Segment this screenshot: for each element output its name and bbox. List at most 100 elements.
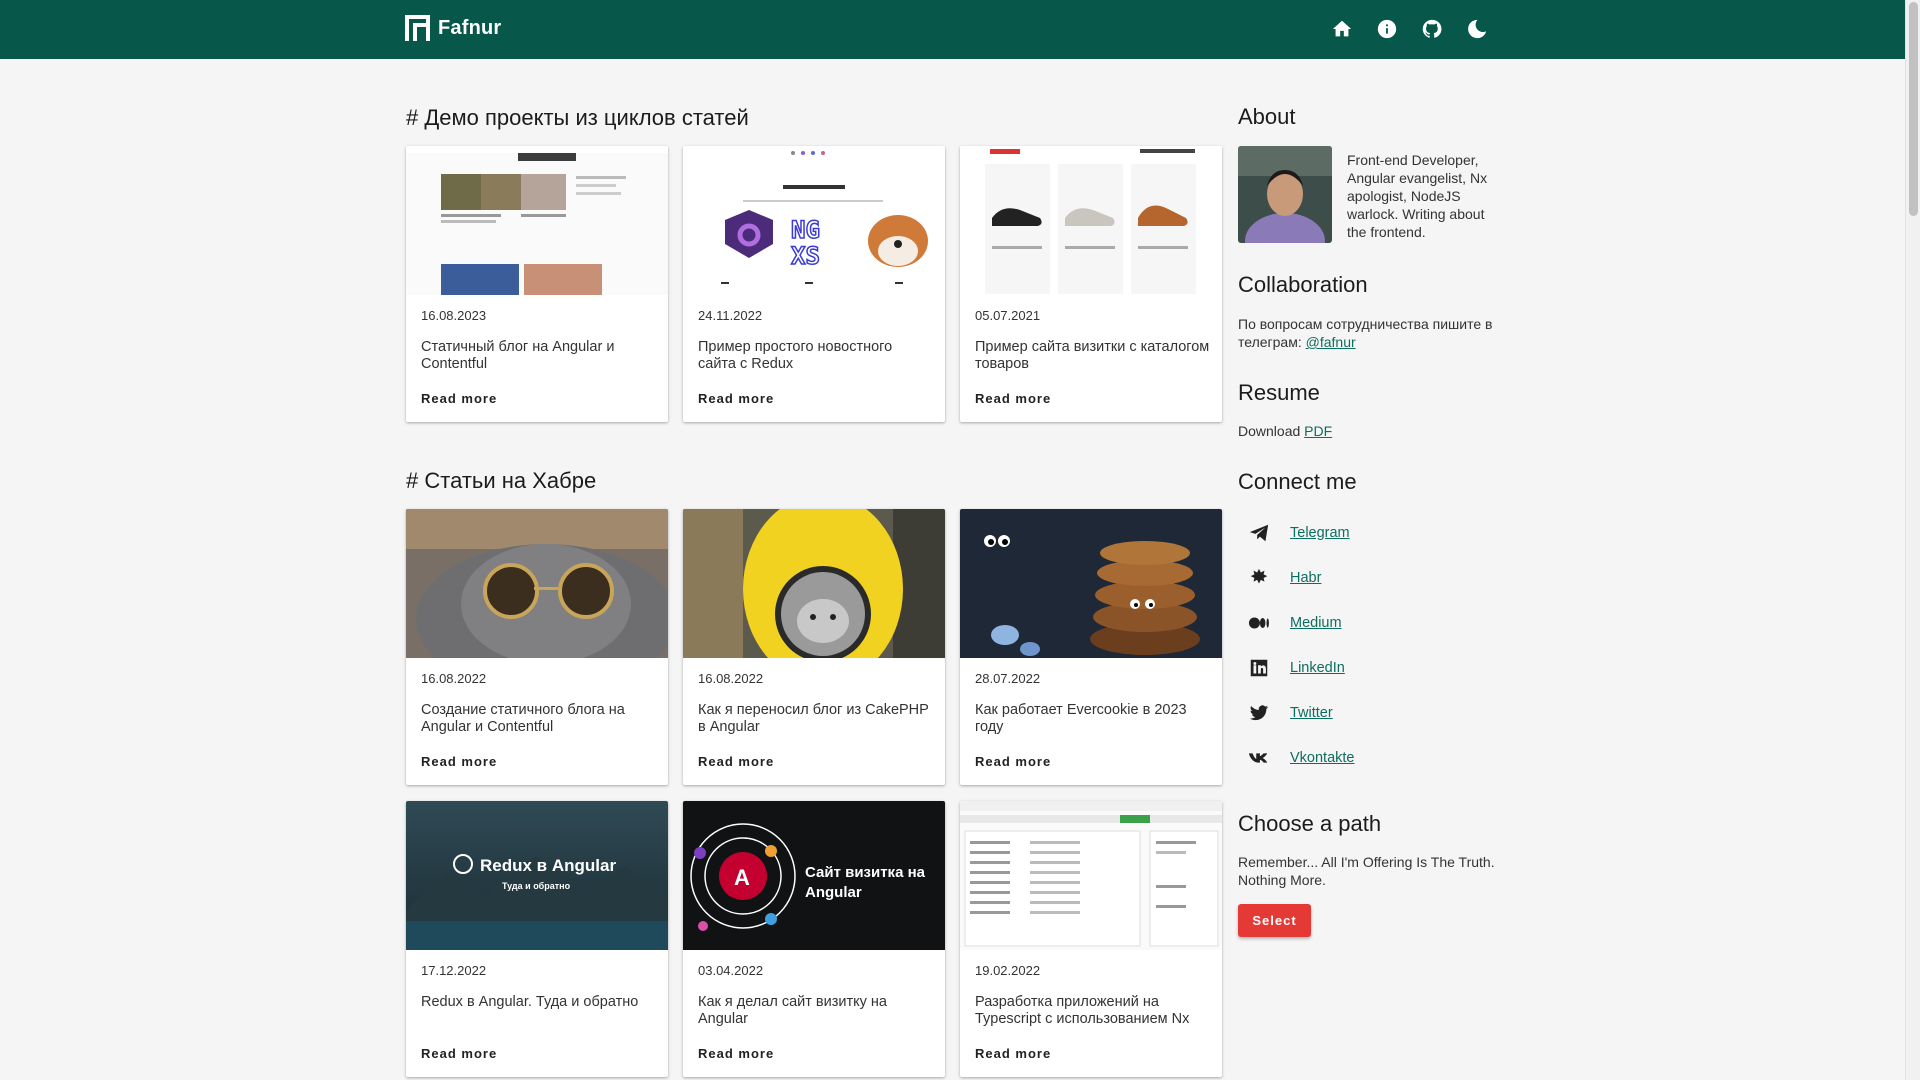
svg-text:XS: XS <box>791 242 820 270</box>
article-card[interactable]: 16.08.2023 Статичный блог на Angular и C… <box>406 146 668 422</box>
collaboration-text-body: По вопросам сотрудничества пишите в теле… <box>1238 316 1493 350</box>
scrollbar-thumb[interactable] <box>1909 2 1918 216</box>
article-card[interactable]: 05.07.2021 Пример сайта визитки с катало… <box>960 146 1222 422</box>
connect-heading: Connect me <box>1238 469 1357 494</box>
card-date: 05.07.2021 <box>975 308 1041 323</box>
moon-icon <box>1468 19 1487 39</box>
top-app-bar: Fafnur <box>0 0 1905 59</box>
read-more-link[interactable]: Read more <box>975 1046 1051 1061</box>
article-card[interactable]: NG XS 24.11.2022 Пример простого новостн… <box>683 146 945 422</box>
card-thumbnail-redux-banner: Redux в Angular Туда и обратно <box>406 801 668 950</box>
read-more-link[interactable]: Read more <box>975 754 1051 769</box>
linkedin-icon <box>1248 657 1270 679</box>
about-text: Front-end Developer, Angular evangelist,… <box>1347 152 1488 240</box>
section-title-habr-articles: # Статьи на Хабре <box>406 468 597 493</box>
vk-icon <box>1248 747 1270 769</box>
connect-item-telegram[interactable]: Telegram <box>1248 522 1350 544</box>
connect-item-twitter[interactable]: Twitter <box>1248 702 1333 724</box>
brand[interactable]: Fafnur <box>405 15 501 41</box>
fafnur-logo-icon <box>405 15 430 41</box>
github-button[interactable] <box>1420 16 1444 42</box>
connect-link[interactable]: Medium <box>1290 615 1342 631</box>
card-thumbnail-angular-banner: A Сайт визитка на Angular <box>683 801 945 950</box>
article-card[interactable]: 28.07.2022 Как работает Evercookie в 202… <box>960 509 1222 785</box>
connect-link[interactable]: Telegram <box>1290 525 1350 541</box>
home-icon <box>1332 20 1352 37</box>
choose-path-text: Remember... All I'm Offering Is The Trut… <box>1238 854 1495 888</box>
read-more-link[interactable]: Read more <box>421 754 497 769</box>
read-more-link[interactable]: Read more <box>421 391 497 406</box>
card-title[interactable]: Пример сайта визитки с каталогом товаров <box>975 339 1210 373</box>
telegram-icon <box>1248 522 1270 544</box>
collaboration-text: По вопросам сотрудничества пишите в теле… <box>1238 315 1508 351</box>
card-date: 17.12.2022 <box>421 963 487 978</box>
card-date: 24.11.2022 <box>698 308 763 323</box>
medium-icon <box>1248 612 1270 634</box>
card-thumbnail-cat-backpack <box>683 509 945 658</box>
habr-icon <box>1248 567 1270 589</box>
article-card[interactable]: 19.02.2022 Разработка приложений на Type… <box>960 801 1222 1077</box>
read-more-link[interactable]: Read more <box>975 391 1051 406</box>
avatar <box>1238 146 1332 243</box>
banner-title: Redux в Angular <box>480 856 616 875</box>
twitter-icon <box>1248 702 1270 724</box>
card-thumbnail-redux-logos: NG XS <box>683 146 945 295</box>
connect-item-habr[interactable]: Habr <box>1248 567 1321 589</box>
home-button[interactable] <box>1330 16 1354 42</box>
connect-link[interactable]: Habr <box>1290 570 1321 586</box>
connect-item-linkedin[interactable]: LinkedIn <box>1248 657 1345 679</box>
card-thumbnail-sneakers <box>960 146 1222 295</box>
card-date: 03.04.2022 <box>698 963 764 978</box>
banner-subtitle: Туда и обратно <box>502 881 571 891</box>
card-thumbnail-nx-app <box>960 801 1222 950</box>
github-icon <box>1422 19 1442 38</box>
resume-text-body: Download <box>1238 423 1305 439</box>
connect-link[interactable]: Vkontakte <box>1290 750 1355 766</box>
read-more-link[interactable]: Read more <box>698 1046 774 1061</box>
connect-item-medium[interactable]: Medium <box>1248 612 1342 634</box>
header-actions <box>1330 16 1489 42</box>
about-heading: About <box>1238 104 1296 129</box>
theme-toggle-button[interactable] <box>1465 16 1489 42</box>
card-title[interactable]: Как работает Evercookie в 2023 году <box>975 702 1210 736</box>
card-thumbnail-news-blog <box>406 146 668 295</box>
connect-link[interactable]: Twitter <box>1290 705 1333 721</box>
article-card[interactable]: A Сайт визитка на Angular 03.04.2022 Как … <box>683 801 945 1077</box>
card-title[interactable]: Как я переносил блог из CakePHP в Angula… <box>698 702 933 736</box>
card-title[interactable]: Создание статичного блога на Angular и C… <box>421 702 656 736</box>
card-title[interactable]: Пример простого новостного сайта с Redux <box>698 339 933 373</box>
card-date: 16.08.2022 <box>421 671 487 686</box>
card-thumbnail-cookies <box>960 509 1222 658</box>
article-card[interactable]: Redux в Angular Туда и обратно 17.12.202… <box>406 801 668 1077</box>
resume-text: Download PDF <box>1238 422 1508 440</box>
svg-text:NG: NG <box>791 216 820 244</box>
choose-path-heading: Choose a path <box>1238 811 1382 836</box>
card-date: 28.07.2022 <box>975 671 1041 686</box>
resume-pdf-link[interactable]: PDF <box>1304 423 1332 439</box>
info-icon <box>1377 19 1397 39</box>
connect-link[interactable]: LinkedIn <box>1290 660 1345 676</box>
info-button[interactable] <box>1375 16 1399 42</box>
card-date: 16.08.2022 <box>698 671 764 686</box>
card-thumbnail-cat-sunglasses <box>406 509 668 658</box>
page-scrollbar[interactable] <box>1905 0 1920 1080</box>
connect-item-vkontakte[interactable]: Vkontakte <box>1248 747 1355 769</box>
article-card[interactable]: 16.08.2022 Как я переносил блог из CakeP… <box>683 509 945 785</box>
read-more-link[interactable]: Read more <box>421 1046 497 1061</box>
card-date: 19.02.2022 <box>975 963 1041 978</box>
read-more-link[interactable]: Read more <box>698 754 774 769</box>
section-title-demo-projects: # Демо проекты из циклов статей <box>406 105 749 130</box>
brand-name: Fafnur <box>438 16 502 39</box>
card-title[interactable]: Как я делал сайт визитку на Angular <box>698 994 933 1028</box>
resume-heading: Resume <box>1238 380 1320 405</box>
telegram-handle-link[interactable]: @fafnur <box>1306 334 1356 350</box>
read-more-link[interactable]: Read more <box>698 391 774 406</box>
collaboration-heading: Collaboration <box>1238 272 1368 297</box>
card-title[interactable]: Статичный блог на Angular и Contentful <box>421 339 656 373</box>
select-button[interactable]: Select <box>1238 904 1311 937</box>
svg-text:A: A <box>734 865 750 890</box>
card-title[interactable]: Разработка приложений на Typescript с ис… <box>975 994 1210 1028</box>
article-card[interactable]: 16.08.2022 Создание статичного блога на … <box>406 509 668 785</box>
card-date: 16.08.2023 <box>421 308 487 323</box>
card-title[interactable]: Redux в Angular. Туда и обратно <box>421 994 656 1011</box>
